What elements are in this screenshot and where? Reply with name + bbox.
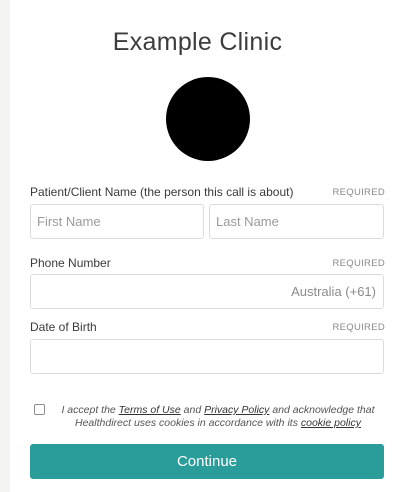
first-name-input[interactable]: First Name xyxy=(30,204,204,239)
patient-name-required-tag: REQUIRED xyxy=(332,186,385,198)
terms-text: I accept the Terms of Use and Privacy Po… xyxy=(52,404,384,430)
terms-of-use-link[interactable]: Terms of Use xyxy=(119,404,181,416)
dob-label: Date of Birth xyxy=(30,320,97,334)
phone-input[interactable]: Australia (+61) xyxy=(30,274,384,309)
clinic-title: Example Clinic xyxy=(112,28,283,56)
phone-required-tag: REQUIRED xyxy=(332,257,385,269)
first-name-placeholder: First Name xyxy=(37,214,101,229)
last-name-placeholder: Last Name xyxy=(216,214,279,229)
privacy-policy-link[interactable]: Privacy Policy xyxy=(204,404,269,416)
clinic-avatar xyxy=(166,77,250,161)
dob-label-row: Date of Birth REQUIRED xyxy=(30,318,385,336)
cookie-policy-link[interactable]: cookie policy xyxy=(301,417,361,429)
phone-label-row: Phone Number REQUIRED xyxy=(30,254,385,272)
dob-input[interactable] xyxy=(30,339,384,374)
continue-button[interactable]: Continue xyxy=(30,444,384,479)
phone-label: Phone Number xyxy=(30,256,111,270)
dob-required-tag: REQUIRED xyxy=(332,321,385,333)
patient-name-label-row: Patient/Client Name (the person this cal… xyxy=(30,183,385,201)
phone-country-code[interactable]: Australia (+61) xyxy=(291,284,376,299)
accept-terms-checkbox[interactable] xyxy=(34,404,45,415)
patient-name-label: Patient/Client Name (the person this cal… xyxy=(30,185,294,199)
last-name-input[interactable]: Last Name xyxy=(209,204,384,239)
terms-text-part-1: I accept the xyxy=(61,404,119,416)
terms-text-part-2: and xyxy=(180,404,205,416)
